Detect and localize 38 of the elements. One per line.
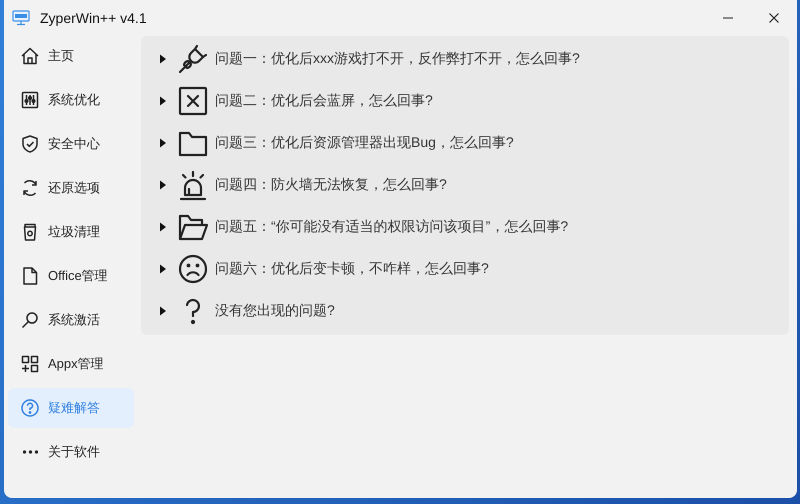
sidebar-item[interactable]: 安全中心: [8, 124, 134, 164]
caret-icon[interactable]: [159, 96, 167, 106]
minimize-icon: [723, 17, 733, 19]
shield-icon: [20, 134, 40, 154]
more-icon: [23, 450, 38, 454]
sidebar-item[interactable]: 垃圾清理: [8, 212, 134, 252]
sidebar-item[interactable]: Appx管理: [8, 344, 134, 384]
help-icon: [20, 398, 40, 418]
home-icon: [20, 46, 40, 66]
faq-question[interactable]: 问题三：优化后资源管理器出现Bug，怎么回事?: [215, 134, 514, 152]
magnifier-icon: [20, 310, 40, 330]
plug-icon: [177, 43, 209, 75]
caret-icon[interactable]: [159, 180, 167, 190]
caret-icon[interactable]: [159, 306, 167, 316]
faq-question[interactable]: 没有您出现的问题?: [215, 302, 335, 320]
sidebar-item[interactable]: Office管理: [8, 256, 134, 296]
sidebar-item[interactable]: 系统激活: [8, 300, 134, 340]
sidebar-item[interactable]: 还原选项: [8, 168, 134, 208]
monitor-logo-icon: [12, 10, 30, 26]
sad-face-icon: [177, 253, 209, 285]
caret-icon[interactable]: [159, 138, 167, 148]
faq-question[interactable]: 问题一：优化后xxx游戏打不开，反作弊打不开，怎么回事?: [215, 50, 580, 68]
close-icon: [768, 12, 780, 24]
caret-icon[interactable]: [159, 54, 167, 64]
caret-icon[interactable]: [159, 222, 167, 232]
faq-question[interactable]: 问题四：防火墙无法恢复，怎么回事?: [215, 176, 447, 194]
apps-grid-icon: [20, 354, 40, 374]
close-box-icon: [177, 85, 209, 117]
faq-question[interactable]: 问题二：优化后会蓝屏，怎么回事?: [215, 92, 433, 110]
sidebar-item[interactable]: 系统优化: [8, 80, 134, 120]
sliders-icon: [20, 90, 40, 110]
window-title: ZyperWin++ v4.1: [40, 10, 147, 26]
sidebar-item[interactable]: 关于软件: [8, 432, 134, 472]
sidebar-item[interactable]: 主页: [8, 36, 134, 76]
faq-question[interactable]: 问题六：优化后变卡顿，不咋样，怎么回事?: [215, 260, 489, 278]
caret-icon[interactable]: [159, 264, 167, 274]
faq-question[interactable]: 问题五：“你可能没有适当的权限访问该项目”，怎么回事?: [215, 218, 568, 236]
alarm-light-icon: [177, 169, 209, 201]
